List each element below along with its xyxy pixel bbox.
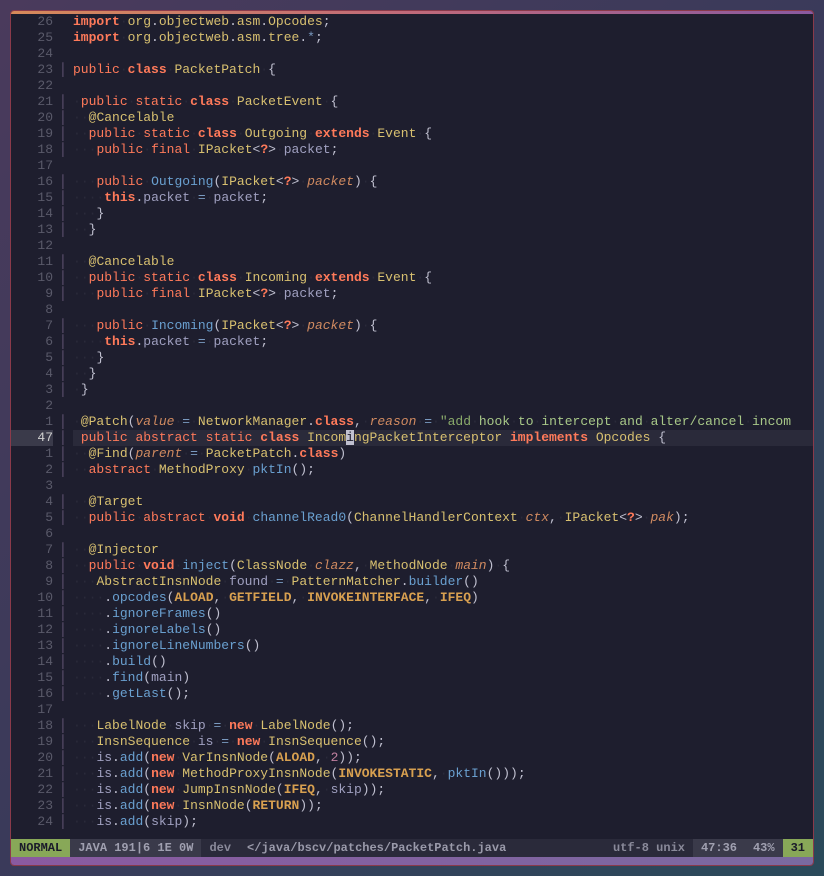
code-content[interactable]: import·org.objectweb.asm.Opcodes;import·… — [73, 14, 813, 839]
status-bar: NORMAL JAVA 191|6 1E 0W dev </java/bscv/… — [11, 839, 813, 857]
fold-column: ││││││││││││││││││││││││││││││││││││││││ — [59, 14, 73, 839]
mode-indicator: NORMAL — [11, 839, 70, 857]
window-bottom-border — [11, 857, 813, 865]
editor-window: 2625242322212019181716151413121110987654… — [10, 10, 814, 866]
file-path: </java/bscv/patches/PacketPatch.java — [239, 839, 605, 857]
line-number-gutter: 2625242322212019181716151413121110987654… — [11, 14, 59, 839]
git-branch: dev — [201, 839, 239, 857]
column-number: 31 — [783, 839, 813, 857]
file-info: JAVA 191|6 1E 0W — [70, 839, 201, 857]
code-area[interactable]: 2625242322212019181716151413121110987654… — [11, 14, 813, 839]
cursor-position: 47:36 — [693, 839, 745, 857]
scroll-percent: 43% — [745, 839, 783, 857]
encoding: utf-8 unix — [605, 839, 693, 857]
